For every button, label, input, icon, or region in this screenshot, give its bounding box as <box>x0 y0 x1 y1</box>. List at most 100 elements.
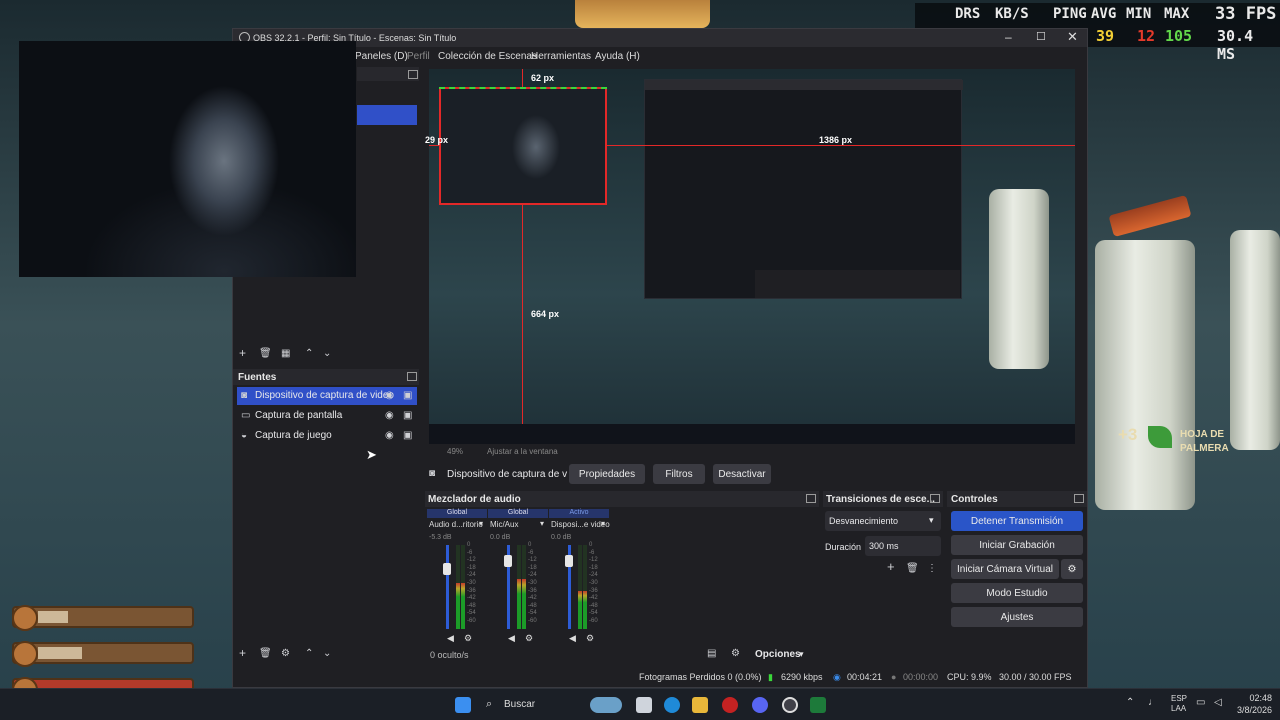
close-icon[interactable]: ✕ <box>1067 29 1078 45</box>
start-recording-button[interactable]: Iniciar Grabación <box>951 535 1083 555</box>
chevron-down-icon[interactable]: ▾ <box>479 519 483 528</box>
microphone-icon[interactable]: ♩ <box>1148 697 1158 708</box>
transition-select[interactable]: Desvanecimiento ▾ <box>825 511 941 531</box>
dock-float-icon[interactable] <box>408 70 418 79</box>
preview-canvas[interactable]: 62 px 29 px 1386 px 664 px <box>425 69 1075 444</box>
trash-icon[interactable]: 🗑 <box>259 349 272 359</box>
volume-icon[interactable]: ◁ <box>1214 697 1222 708</box>
settings-button[interactable]: Ajustes <box>951 607 1083 627</box>
menu-panels[interactable]: Paneles (D) <box>355 51 408 62</box>
edge-icon[interactable] <box>664 697 680 713</box>
eye-icon[interactable]: ◉ <box>385 411 394 421</box>
display-icon[interactable]: ▭ <box>1196 697 1205 708</box>
chevron-down-icon[interactable]: ▾ <box>540 519 544 528</box>
maximize-icon[interactable]: ☐ <box>1036 30 1046 43</box>
gear-icon: ⚙ <box>1067 563 1077 575</box>
trash-icon[interactable]: 🗑 <box>259 649 272 659</box>
filters-button[interactable]: Filtros <box>653 464 705 484</box>
move-down-icon[interactable]: ⌄ <box>323 349 331 359</box>
clock-time[interactable]: 02:48 <box>1236 693 1272 703</box>
chevron-down-icon[interactable]: ▾ <box>601 519 605 528</box>
opera-icon[interactable] <box>722 697 738 713</box>
selected-webcam-source[interactable] <box>439 87 607 205</box>
channel-db: 0.0 dB <box>490 534 511 541</box>
obs-icon[interactable] <box>782 697 798 713</box>
mixer-title: Mezclador de audio <box>428 494 521 505</box>
task-view-icon[interactable] <box>636 697 652 713</box>
minimize-icon[interactable]: – <box>1005 30 1012 44</box>
move-down-icon[interactable]: ⌄ <box>323 649 331 659</box>
filter-icon[interactable]: ▦ <box>281 349 290 359</box>
speaker-icon[interactable]: ◀ <box>569 633 576 644</box>
eye-icon[interactable]: ◉ <box>385 391 394 401</box>
inventory-bar-2 <box>12 641 194 667</box>
channel-settings-icon[interactable]: ⚙ <box>586 633 594 644</box>
lock-icon[interactable]: ▣ <box>403 431 412 441</box>
dock-float-icon[interactable] <box>407 372 417 381</box>
menu-profile[interactable]: Perfil <box>407 51 430 62</box>
source-item-game-capture[interactable]: ◒ Captura de juego ◉ ▣ <box>237 427 417 445</box>
clock-date[interactable]: 3/8/2026 <box>1226 705 1272 715</box>
move-up-icon[interactable]: ⌃ <box>305 649 313 659</box>
menu-help[interactable]: Ayuda (H) <box>595 51 640 62</box>
sources-dock-header: Fuentes <box>233 369 419 385</box>
file-explorer-icon[interactable] <box>692 697 708 713</box>
lock-icon[interactable]: ▣ <box>403 411 412 421</box>
advanced-audio-icon[interactable]: ⚙ <box>731 649 740 659</box>
move-up-icon[interactable]: ⌃ <box>305 349 313 359</box>
speaker-icon[interactable]: ◀ <box>508 633 515 644</box>
add-scene-icon[interactable]: + <box>239 347 246 359</box>
layout-icon[interactable]: ▤ <box>707 649 716 659</box>
fader-track <box>446 545 449 629</box>
menu-bar: Paneles (D) Perfil Colección de Escenas … <box>233 47 1087 67</box>
channel-settings-icon[interactable]: ⚙ <box>525 633 533 644</box>
excel-icon[interactable] <box>810 697 826 713</box>
volume-fader-knob[interactable] <box>565 555 573 568</box>
virtual-camera-settings-button[interactable]: ⚙ <box>1061 559 1083 579</box>
taskbar: ⌕ Buscar ⌃ ♩ ESP LAA ▭ ◁ 02:48 3/8/2026 <box>0 688 1280 720</box>
zoom-level[interactable]: 49% <box>447 447 463 456</box>
menu-tools[interactable]: Herramientas <box>531 51 591 62</box>
stop-stream-button[interactable]: Detener Transmisión <box>951 511 1083 531</box>
studio-mode-button[interactable]: Modo Estudio <box>951 583 1083 603</box>
virtual-camera-button[interactable]: Iniciar Cámara Virtual <box>951 559 1059 579</box>
dock-float-icon[interactable] <box>806 494 816 503</box>
duration-input[interactable]: 300 ms <box>865 536 941 556</box>
tray-chevron-icon[interactable]: ⌃ <box>1126 697 1134 708</box>
level-meter <box>517 578 521 629</box>
search-icon[interactable]: ⌕ <box>486 698 492 711</box>
scene-item-selected[interactable] <box>357 105 417 125</box>
add-source-icon[interactable]: + <box>239 647 246 659</box>
discord-icon[interactable] <box>752 697 768 713</box>
more-icon[interactable]: ⋮ <box>927 564 937 574</box>
scenes-dock-header <box>357 67 419 81</box>
tool-icon <box>12 641 38 667</box>
volume-fader-knob[interactable] <box>443 563 451 576</box>
dock-float-icon[interactable] <box>930 494 940 503</box>
meter-scale-label: -60 <box>467 618 476 624</box>
trash-icon[interactable]: 🗑 <box>906 564 919 574</box>
properties-button[interactable]: Propiedades <box>569 464 645 484</box>
hud-label-min: MIN <box>1126 6 1152 22</box>
eye-icon[interactable]: ◉ <box>385 431 394 441</box>
mixer-options-button[interactable]: Opciones <box>755 649 801 660</box>
fit-mode[interactable]: Ajustar a la ventana <box>487 447 558 456</box>
lock-icon[interactable]: ▣ <box>403 391 412 401</box>
gear-icon[interactable]: ⚙ <box>281 649 290 659</box>
channel-settings-icon[interactable]: ⚙ <box>464 633 472 644</box>
bitrate: 6290 kbps <box>781 672 823 682</box>
deactivate-button[interactable]: Desactivar <box>713 464 771 484</box>
source-item-video-capture[interactable]: ◙ Dispositivo de captura de video ◉ ▣ <box>237 387 417 405</box>
add-transition-icon[interactable]: + <box>887 560 895 573</box>
language-indicator[interactable]: ESP LAA <box>1171 694 1187 714</box>
volume-fader-knob[interactable] <box>504 555 512 568</box>
dock-float-icon[interactable] <box>1074 494 1084 503</box>
windows-start-icon[interactable] <box>455 697 471 713</box>
level-meter <box>456 582 460 629</box>
meter-scale-label: -12 <box>589 557 598 564</box>
taskbar-search[interactable]: Buscar <box>504 699 535 710</box>
menu-scene-collection[interactable]: Colección de Escenas <box>438 51 537 62</box>
chevron-down-icon[interactable]: ▾ <box>799 649 804 660</box>
speaker-icon[interactable]: ◀ <box>447 633 454 644</box>
source-item-screen-capture[interactable]: ▭ Captura de pantalla ◉ ▣ <box>237 407 417 425</box>
